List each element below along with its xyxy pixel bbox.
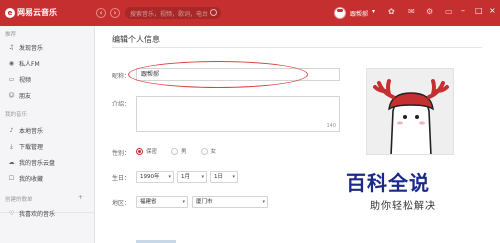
sidebar-item-label: 私人FM xyxy=(19,61,40,68)
radio-selected-icon[interactable] xyxy=(136,147,143,155)
sidebar-item-label: 我喜欢的音乐 xyxy=(19,211,56,218)
username-label[interactable]: 跟帮郝 xyxy=(350,9,368,18)
local-music-icon: ♪ xyxy=(9,127,14,134)
sidebar-section-recommend: 推荐 xyxy=(5,32,17,38)
maximize-icon[interactable]: □ xyxy=(475,6,483,15)
avatar[interactable] xyxy=(334,7,346,19)
cloud-icon: ☁ xyxy=(8,159,15,166)
birth-day-select[interactable]: 1日 ▾ xyxy=(210,171,238,183)
sidebar-item-local-music[interactable]: ♪ 本地音乐 xyxy=(8,126,43,135)
sidebar: 推荐 ♫ 发现音乐 ◉ 私人FM ▭ 视频 ☺ 朋友 我的音乐 ♪ 本地音乐 ⤓… xyxy=(0,26,95,243)
logo-icon: e xyxy=(5,7,15,18)
sidebar-item-friends[interactable]: ☺ 朋友 xyxy=(8,91,31,100)
search-icon[interactable] xyxy=(210,9,217,16)
select-value: 福建省 xyxy=(140,199,157,205)
region-label: 地区： xyxy=(112,200,131,207)
gender-option-secret[interactable]: 保密 xyxy=(136,147,157,155)
minimize-icon[interactable]: – xyxy=(461,6,465,15)
chevron-down-icon: ▾ xyxy=(168,174,171,180)
watermark-subtitle: 助你轻松解决 xyxy=(370,201,436,212)
music-note-icon: ♫ xyxy=(8,44,15,51)
chevron-down-icon: ▾ xyxy=(182,199,185,205)
app-name: 网易云音乐 xyxy=(17,8,57,17)
deer-avatar-icon xyxy=(367,69,453,154)
city-select[interactable]: 厦门市 ▾ xyxy=(192,196,268,208)
watermark: 百科全说 助你轻松解决 xyxy=(340,163,480,218)
radio-icon: ◉ xyxy=(8,60,15,67)
sidebar-item-downloads[interactable]: ⤓ 下载管理 xyxy=(8,142,44,152)
close-icon[interactable]: × xyxy=(489,6,496,15)
gender-radio-group: 保密 男 女 xyxy=(136,147,216,155)
sidebar-section-created-playlists: 创建的歌单 xyxy=(5,197,33,203)
app-logo[interactable]: e 网易云音乐 xyxy=(5,7,57,18)
birth-month-select[interactable]: 1月 ▾ xyxy=(177,171,207,183)
title-divider xyxy=(112,47,482,48)
intro-textarea[interactable]: 140 xyxy=(136,96,340,132)
chevron-down-icon: ▾ xyxy=(262,199,265,205)
gender-option-male[interactable]: 男 xyxy=(171,147,187,155)
sidebar-item-fm[interactable]: ◉ 私人FM xyxy=(8,59,40,68)
birth-year-select[interactable]: 1990年 ▾ xyxy=(136,171,174,183)
highlight-oval xyxy=(128,61,308,88)
back-button[interactable]: ‹ xyxy=(96,8,106,18)
sidebar-item-label: 发现音乐 xyxy=(19,45,44,52)
sidebar-item-label: 朋友 xyxy=(19,93,32,100)
chevron-down-icon: ▾ xyxy=(232,174,235,180)
mini-mode-icon[interactable]: ▭ xyxy=(445,7,453,16)
add-playlist-icon[interactable]: + xyxy=(78,194,83,201)
select-value: 1月 xyxy=(181,174,190,180)
download-icon: ⤓ xyxy=(10,142,13,150)
sidebar-item-video[interactable]: ▭ 视频 xyxy=(8,75,31,84)
video-icon: ▭ xyxy=(8,76,15,83)
sidebar-item-liked-music[interactable]: ♡ 我喜欢的音乐 xyxy=(8,209,55,218)
favorites-icon: ☐ xyxy=(8,175,15,182)
heart-icon: ♡ xyxy=(8,210,15,217)
chevron-down-icon: ▾ xyxy=(201,174,204,180)
top-bar: e 网易云音乐 ‹ › 搜索音乐，视频，歌词，电台 跟帮郝 ▾ ✿ ✉ ⚙ ▭ … xyxy=(0,0,500,26)
sidebar-item-favorites[interactable]: ☐ 我的收藏 xyxy=(8,174,43,183)
intro-label: 介绍： xyxy=(112,101,131,108)
sidebar-item-discover[interactable]: ♫ 发现音乐 xyxy=(8,43,43,52)
char-counter: 140 xyxy=(326,123,336,129)
sidebar-item-label: 下载管理 xyxy=(19,144,44,151)
province-select[interactable]: 福建省 ▾ xyxy=(136,196,188,208)
sidebar-item-label: 我的音乐云盘 xyxy=(19,160,56,167)
gender-option-label: 保密 xyxy=(146,149,158,155)
gender-label: 性别： xyxy=(112,150,131,157)
gender-option-label: 女 xyxy=(210,149,217,155)
skin-icon[interactable]: ✿ xyxy=(388,7,395,16)
sidebar-section-my-music: 我的音乐 xyxy=(5,112,28,118)
select-value: 1990年 xyxy=(140,174,160,180)
birthday-label: 生日： xyxy=(112,175,131,182)
watermark-title: 百科全说 xyxy=(346,171,430,195)
forward-button[interactable]: › xyxy=(110,8,120,18)
radio-icon[interactable] xyxy=(171,147,179,155)
gender-option-female[interactable]: 女 xyxy=(200,147,217,155)
select-value: 1日 xyxy=(214,174,223,180)
friends-icon: ☺ xyxy=(8,92,15,99)
sidebar-item-label: 我的收藏 xyxy=(19,176,44,183)
gear-icon[interactable]: ⚙ xyxy=(426,7,433,16)
profile-avatar[interactable] xyxy=(366,68,454,155)
sidebar-item-label: 本地音乐 xyxy=(19,128,44,135)
radio-icon[interactable] xyxy=(200,147,208,155)
page-title: 编辑个人信息 xyxy=(112,35,160,44)
mail-icon[interactable]: ✉ xyxy=(408,7,415,16)
gender-option-label: 男 xyxy=(181,149,187,155)
chevron-down-icon[interactable]: ▾ xyxy=(372,8,375,15)
search-input[interactable]: 搜索音乐，视频，歌词，电台 xyxy=(125,7,221,19)
select-value: 厦门市 xyxy=(196,199,213,205)
search-placeholder: 搜索音乐，视频，歌词，电台 xyxy=(130,10,209,18)
sidebar-item-cloud-disk[interactable]: ☁ 我的音乐云盘 xyxy=(8,158,56,167)
sidebar-item-label: 视频 xyxy=(19,77,32,84)
